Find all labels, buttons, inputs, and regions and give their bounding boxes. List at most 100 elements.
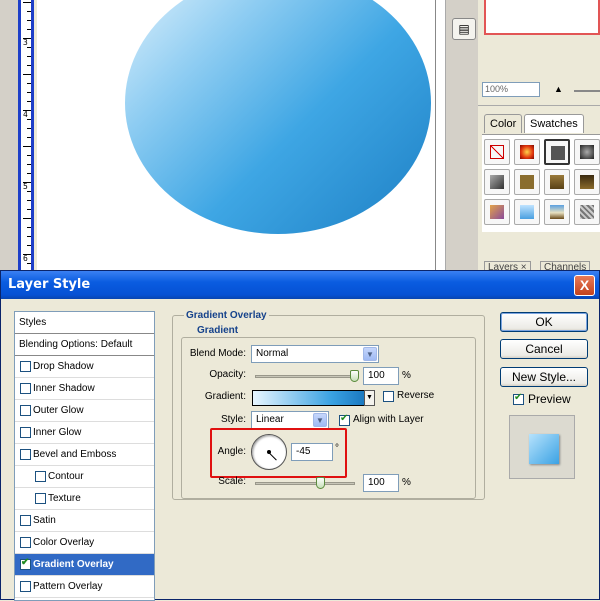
style-list-item[interactable]: Satin xyxy=(15,510,154,532)
checkbox[interactable] xyxy=(35,471,46,482)
styles-list-header[interactable]: Styles xyxy=(15,312,154,334)
style-swatch[interactable] xyxy=(514,199,540,225)
navigator-thumbnail[interactable] xyxy=(484,0,600,35)
style-swatch[interactable] xyxy=(574,199,600,225)
tab-color[interactable]: Color xyxy=(484,114,523,133)
style-list-label: Gradient Overlay xyxy=(33,559,114,570)
navigator-panel: 100% ▲ xyxy=(478,0,600,105)
style-swatch[interactable] xyxy=(574,139,600,165)
style-swatch[interactable] xyxy=(484,169,510,195)
style-list-label: Contour xyxy=(48,471,84,482)
style-list-item[interactable]: Contour xyxy=(15,466,154,488)
style-list-item[interactable]: Inner Shadow xyxy=(15,378,154,400)
ruler-tick xyxy=(27,56,31,57)
ruler-tick xyxy=(27,101,31,102)
zoom-input[interactable]: 100% xyxy=(482,82,540,97)
checkbox[interactable] xyxy=(20,405,31,416)
opacity-slider[interactable] xyxy=(255,375,355,378)
style-list-item[interactable]: Color Overlay xyxy=(15,532,154,554)
style-list-item[interactable]: Outer Glow xyxy=(15,400,154,422)
style-swatch-grid xyxy=(482,134,600,232)
style-select[interactable]: Linear ▼ xyxy=(251,411,329,429)
style-list-label: Inner Shadow xyxy=(33,383,95,394)
ruler-tick xyxy=(27,236,31,237)
styles-list-header[interactable]: Blending Options: Default xyxy=(15,334,154,356)
zoom-slider[interactable] xyxy=(574,90,600,92)
style-swatch[interactable] xyxy=(544,139,570,165)
styles-list: Styles Blending Options: Default Drop Shad… xyxy=(14,311,155,601)
ruler-tick xyxy=(27,137,31,138)
reverse-label: Reverse xyxy=(397,390,435,401)
gradient-preview-swatch[interactable] xyxy=(252,390,366,406)
dialog-titlebar[interactable]: Layer Style X xyxy=(1,271,599,299)
ruler-mark: 5 xyxy=(23,182,28,191)
scale-unit: % xyxy=(402,477,411,488)
image-canvas[interactable] xyxy=(37,0,435,270)
style-list-item[interactable]: Texture xyxy=(15,488,154,510)
checkbox[interactable] xyxy=(20,515,31,526)
gradient-circle-shape xyxy=(125,0,431,234)
ruler-mark: 6 xyxy=(23,254,28,263)
close-icon[interactable]: X xyxy=(574,275,595,296)
ruler-tick xyxy=(27,11,31,12)
style-list-label: Outer Glow xyxy=(33,405,84,416)
style-value: Linear xyxy=(256,414,284,425)
ruler-tick xyxy=(23,218,31,219)
checkbox[interactable] xyxy=(383,391,394,402)
style-list-item[interactable]: Pattern Overlay xyxy=(15,576,154,598)
checkbox[interactable] xyxy=(35,493,46,504)
ruler-tick xyxy=(27,119,31,120)
ruler-tick xyxy=(27,191,31,192)
checkbox[interactable] xyxy=(513,392,524,405)
checkbox[interactable] xyxy=(339,413,350,426)
style-list-item[interactable]: Drop Shadow xyxy=(15,356,154,378)
opacity-unit: % xyxy=(402,370,411,381)
ruler-tick xyxy=(27,227,31,228)
scale-slider-handle[interactable] xyxy=(316,477,325,489)
scale-input[interactable]: 100 xyxy=(363,474,399,492)
scale-slider[interactable] xyxy=(255,482,355,485)
swatches-panel: Color Swatches Layers × Channels xyxy=(478,105,600,275)
checkbox[interactable] xyxy=(20,427,31,438)
group-title: Gradient Overlay xyxy=(184,310,269,321)
opacity-input[interactable]: 100 xyxy=(363,367,399,385)
checkbox[interactable] xyxy=(20,537,31,548)
blend-mode-select[interactable]: Normal ▼ xyxy=(251,345,379,363)
preview-checkbox[interactable]: Preview xyxy=(513,392,593,408)
scale-label: Scale: xyxy=(218,476,246,487)
cancel-button[interactable]: Cancel xyxy=(500,339,588,359)
checkbox[interactable] xyxy=(20,361,31,372)
no-style-swatch[interactable] xyxy=(484,139,510,165)
preview-label: Preview xyxy=(528,392,571,406)
style-swatch[interactable] xyxy=(514,169,540,195)
checkbox[interactable] xyxy=(20,449,31,460)
align-with-layer-label: Align with Layer xyxy=(353,414,424,425)
style-list-item[interactable]: Bevel and Emboss xyxy=(15,444,154,466)
document-scrollbar[interactable] xyxy=(435,0,445,270)
style-swatch[interactable] xyxy=(544,169,570,195)
checkbox[interactable] xyxy=(20,383,31,394)
chevron-down-icon: ▼ xyxy=(363,347,377,361)
palette-toggle-icon[interactable]: ▤ xyxy=(452,18,476,40)
checkbox[interactable] xyxy=(20,581,31,592)
style-swatch[interactable] xyxy=(574,169,600,195)
style-list-label: Drop Shadow xyxy=(33,361,94,372)
style-list-item[interactable]: Inner Glow xyxy=(15,422,154,444)
ruler-tick xyxy=(27,128,31,129)
opacity-slider-handle[interactable] xyxy=(350,370,359,382)
zoom-out-icon[interactable]: ▲ xyxy=(554,84,563,94)
style-swatch[interactable] xyxy=(484,199,510,225)
ruler-tick xyxy=(27,164,31,165)
style-list-item[interactable]: Gradient Overlay xyxy=(15,554,154,576)
ruler-tick xyxy=(27,20,31,21)
ok-button[interactable]: OK xyxy=(500,312,588,332)
checkbox[interactable] xyxy=(20,557,31,570)
style-swatch[interactable] xyxy=(514,139,540,165)
tab-swatches[interactable]: Swatches xyxy=(524,114,584,133)
ruler-tick xyxy=(27,263,31,264)
style-swatch[interactable] xyxy=(544,199,570,225)
blend-mode-label: Blend Mode: xyxy=(189,348,246,359)
chevron-down-icon[interactable]: ▼ xyxy=(364,390,375,406)
ruler-tick xyxy=(27,200,31,201)
new-style-button[interactable]: New Style... xyxy=(500,367,588,387)
